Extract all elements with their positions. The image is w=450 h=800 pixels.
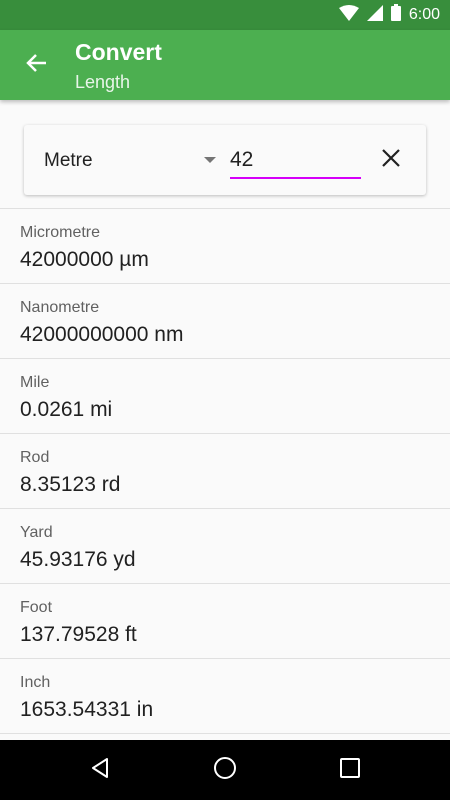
status-icons: 6:00	[338, 4, 440, 26]
result-value: 42000000000 nm	[20, 323, 184, 346]
status-time: 6:00	[408, 6, 440, 23]
system-nav-bar	[0, 740, 450, 800]
input-card: Metre	[24, 125, 426, 195]
app-bar: Convert Length	[0, 30, 450, 100]
wifi-icon	[338, 4, 359, 26]
battery-icon	[390, 4, 401, 26]
result-value: 1653.54331 in	[20, 698, 154, 721]
result-row-nanometre[interactable]: Nanometre 42000000000 nm	[0, 284, 450, 359]
unit-dropdown-label: Metre	[44, 150, 93, 171]
result-value: 137.79528 ft	[20, 623, 137, 646]
dropdown-arrow-icon	[204, 157, 216, 163]
page-title: Convert	[75, 39, 162, 65]
result-unit-name: Rod	[20, 449, 50, 466]
nav-home-button[interactable]	[207, 752, 243, 788]
page-subtitle: Length	[75, 72, 131, 92]
result-value: 45.93176 yd	[20, 548, 136, 571]
back-triangle-icon	[89, 757, 111, 784]
result-unit-name: Foot	[20, 599, 53, 616]
result-value: 0.0261 mi	[20, 398, 113, 421]
result-unit-name: Yard	[20, 524, 53, 541]
nav-back-button[interactable]	[82, 752, 118, 788]
status-bar: 6:00	[0, 0, 450, 30]
result-unit-name: Nanometre	[20, 299, 100, 316]
results-list: Micrometre 42000000 µm Nanometre 4200000…	[0, 208, 450, 734]
unit-dropdown[interactable]: Metre	[24, 125, 224, 195]
result-value: 8.35123 rd	[20, 473, 121, 496]
recents-square-icon	[340, 757, 360, 783]
result-row-yard[interactable]: Yard 45.93176 yd	[0, 509, 450, 584]
result-unit-name: Mile	[20, 374, 50, 391]
nav-recents-button[interactable]	[332, 752, 368, 788]
close-icon	[382, 148, 400, 172]
result-row-inch[interactable]: Inch 1653.54331 in	[0, 659, 450, 734]
arrow-back-icon	[25, 52, 47, 79]
back-button[interactable]	[18, 47, 54, 83]
result-unit-name: Inch	[20, 674, 51, 691]
result-row-rod[interactable]: Rod 8.35123 rd	[0, 434, 450, 509]
value-input[interactable]	[230, 143, 361, 179]
result-value: 42000000 µm	[20, 248, 149, 271]
result-row-mile[interactable]: Mile 0.0261 mi	[0, 359, 450, 434]
result-row-micrometre[interactable]: Micrometre 42000000 µm	[0, 209, 450, 284]
signal-icon	[366, 4, 383, 26]
clear-button[interactable]	[376, 145, 406, 175]
result-row-foot[interactable]: Foot 137.79528 ft	[0, 584, 450, 659]
result-unit-name: Micrometre	[20, 224, 101, 241]
home-circle-icon	[213, 756, 237, 785]
